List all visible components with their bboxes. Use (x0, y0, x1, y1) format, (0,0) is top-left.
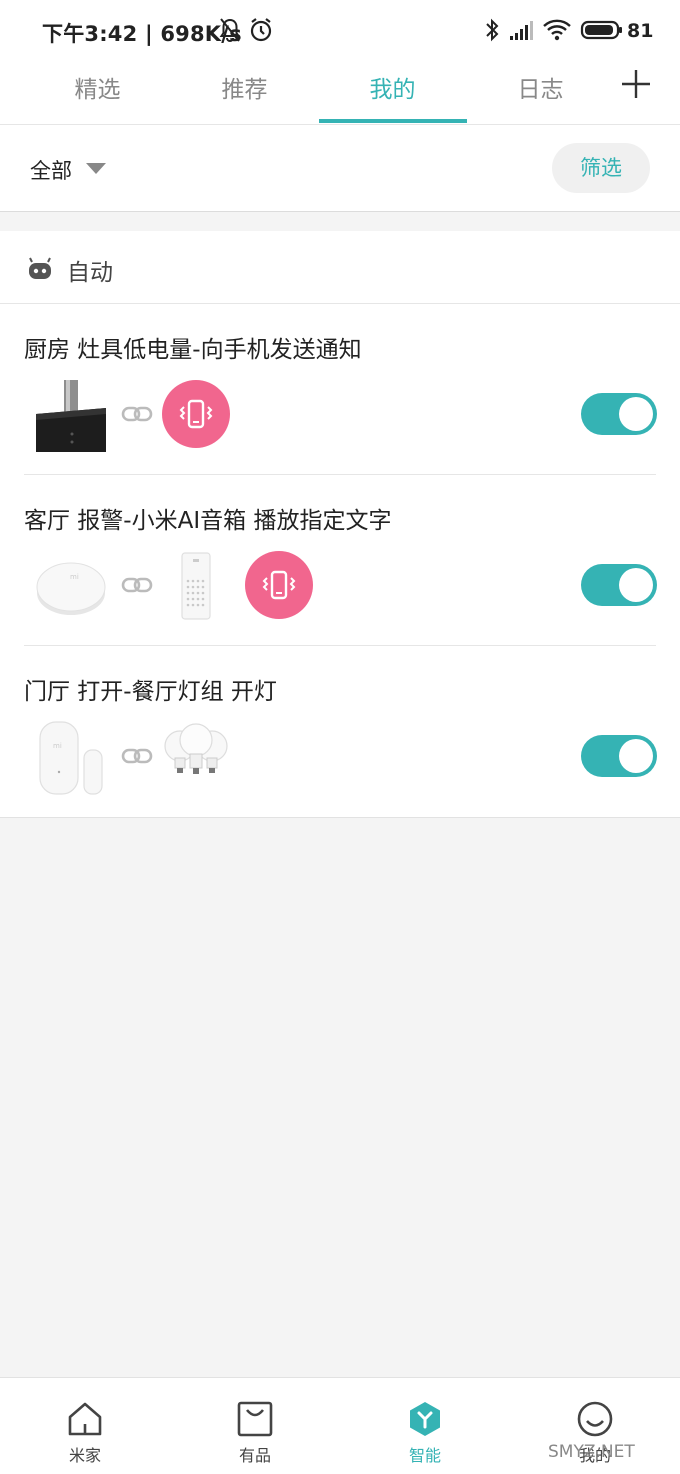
toggle-knob (619, 739, 653, 773)
automation-section: 自动 厨房 灶具低电量-向手机发送通知 客厅 报警-小米AI音箱 播放指定文字 … (0, 231, 680, 818)
alarm-clock-icon (250, 18, 272, 42)
tab-log[interactable]: 日志 (467, 70, 614, 104)
signal-icon (510, 21, 533, 40)
phone-vibrate-icon (262, 570, 296, 600)
header: 下午3:42 | 698K/s 81 精选 推荐 我的 日志 (0, 0, 680, 125)
battery-level: 81 (627, 20, 654, 42)
bulb-group-icon (164, 723, 228, 774)
rule-name: 客厅 报警-小米AI音箱 播放指定文字 (24, 508, 392, 534)
nav-label: 米家 (68, 1446, 101, 1465)
link-icon (121, 406, 153, 422)
gateway-icon: mi (36, 562, 106, 615)
top-tabs: 精选 推荐 我的 日志 (0, 62, 680, 125)
chevron-down-icon[interactable] (86, 163, 106, 174)
link-icon (121, 748, 153, 764)
toggle-knob (619, 397, 653, 431)
filter-button[interactable]: 筛选 (552, 143, 650, 193)
nav-item-shop[interactable]: 有品 (170, 1378, 340, 1474)
status-bar: 下午3:42 | 698K/s 81 (0, 0, 680, 62)
svg-text:mi: mi (70, 573, 79, 581)
rule-toggle[interactable] (581, 735, 657, 777)
scope-dropdown[interactable]: 全部 (30, 155, 72, 185)
door-sensor-icon: mi (39, 721, 103, 795)
tab-recommended[interactable]: 推荐 (171, 70, 318, 104)
active-tab-indicator (319, 119, 467, 123)
profile-smile-icon (577, 1401, 613, 1437)
wifi-icon (543, 19, 571, 41)
robot-icon (29, 257, 51, 279)
add-icon[interactable] (620, 68, 652, 100)
rule-name: 厨房 灶具低电量-向手机发送通知 (24, 337, 362, 363)
nav-item-home[interactable]: 米家 (0, 1378, 170, 1474)
section-title: 自动 (67, 260, 113, 286)
rule-card[interactable]: 门厅 打开-餐厅灯组 开灯 mi (0, 646, 680, 817)
nav-label: 有品 (238, 1446, 271, 1465)
rule-name: 门厅 打开-餐厅灯组 开灯 (24, 679, 277, 705)
smart-hexagon-icon (410, 1402, 440, 1436)
range-hood-icon (36, 380, 106, 452)
home-icon (68, 1402, 102, 1436)
link-icon (121, 577, 153, 593)
muted-bell-icon (219, 18, 241, 42)
watermark: SMYZ.NET (548, 1442, 635, 1462)
rule-toggle[interactable] (581, 564, 657, 606)
tab-featured[interactable]: 精选 (24, 70, 171, 104)
nav-item-smart[interactable]: 智能 (340, 1378, 510, 1474)
status-time-speed: 下午3:42 | 698K/s (42, 22, 242, 46)
speaker-icon (181, 552, 211, 620)
phone-notify-badge (245, 551, 313, 619)
rule-card[interactable]: 客厅 报警-小米AI音箱 播放指定文字 mi (0, 475, 680, 646)
phone-vibrate-icon (179, 399, 213, 429)
filter-bar: 全部 筛选 (0, 125, 680, 212)
tab-mine[interactable]: 我的 (319, 70, 466, 104)
nav-label: 智能 (408, 1446, 441, 1465)
rule-card[interactable]: 厨房 灶具低电量-向手机发送通知 (0, 304, 680, 475)
rule-toggle[interactable] (581, 393, 657, 435)
shop-bag-icon (237, 1401, 273, 1437)
svg-text:mi: mi (53, 742, 62, 750)
section-header: 自动 (0, 231, 680, 304)
battery-icon (580, 20, 622, 40)
bluetooth-icon (486, 18, 499, 42)
phone-notify-badge (162, 380, 230, 448)
toggle-knob (619, 568, 653, 602)
